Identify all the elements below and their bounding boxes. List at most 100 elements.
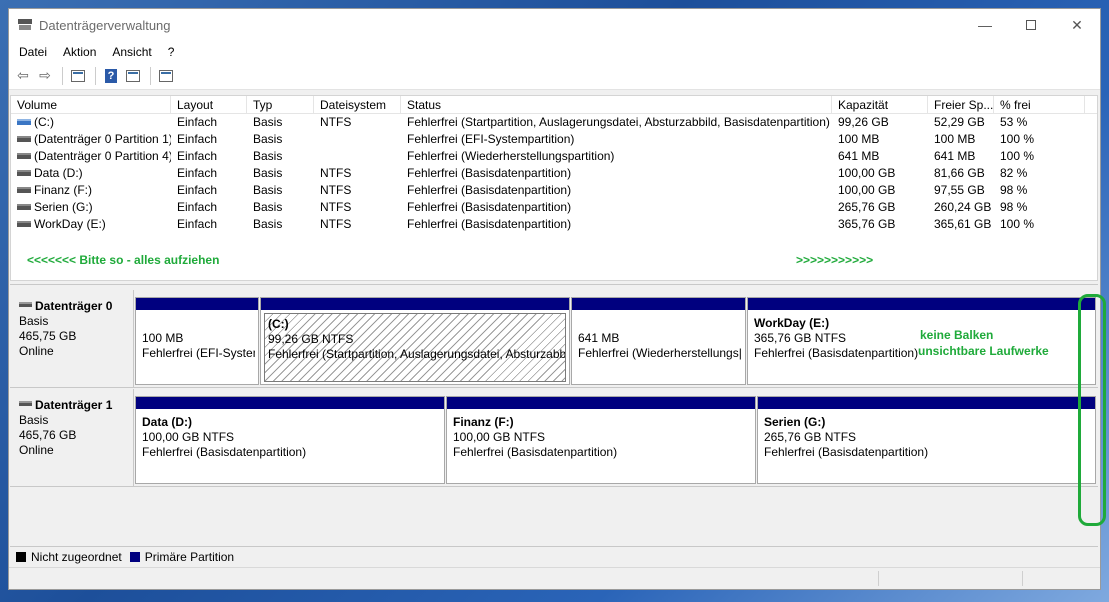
table-row[interactable]: Serien (G:) Einfach Basis NTFS Fehlerfrei (B… [11,199,1097,216]
cell-kapazitaet: 641 MB [832,148,928,165]
maximize-icon [1026,20,1036,30]
partition-c[interactable]: (C:) 99,26 GB NTFS Fehlerfrei (Startpart… [260,297,570,385]
help-button[interactable]: ? [101,66,121,86]
cell-text: Einfach [177,149,218,163]
cell-text: Basis [253,200,283,214]
window-title: Datenträgerverwaltung [39,17,171,33]
cell-text: 641 MB [934,149,976,163]
partition-name: Finanz (F:) [453,415,514,429]
minimize-button[interactable]: — [962,9,1008,41]
volume-list[interactable]: Volume Layout Typ Dateisystem Status Kap… [10,95,1098,281]
partition-status: Fehlerfrei (Basisdatenpartition) [453,445,618,459]
partition-name: Data (D:) [142,415,192,429]
volume-icon [17,169,31,176]
cell-layout: Einfach [171,199,247,216]
disk-info-0[interactable]: Datenträger 0 Basis 465,75 GB Online [10,290,134,388]
partition-serien-g[interactable]: Serien (G:) 265,76 GB NTFS Fehlerfrei (B… [757,396,1096,484]
menu-aktion[interactable]: Aktion [57,45,102,59]
cell-volume: WorkDay (E:) [11,216,171,233]
table-row[interactable]: Finanz (F:) Einfach Basis NTFS Fehlerfrei (B… [11,182,1097,199]
toolbar-separator [150,66,151,85]
partition-size: 100 MB [142,331,184,345]
settings-list-icon [159,69,173,82]
cell-text: Einfach [177,166,218,180]
cell-prozent-frei: 100 % [994,148,1085,165]
cell-dateisystem: NTFS [314,216,401,233]
cell-text: 365,61 GB [934,217,992,231]
cell-kapazitaet: 100,00 GB [832,165,928,182]
cell-prozent-frei: 100 % [994,131,1085,148]
annotation-left: <<<<<<< Bitte so - alles aufziehen [27,253,220,267]
cell-text: 97,55 GB [934,183,985,197]
cell-kapazitaet: 365,76 GB [832,216,928,233]
disk-type: Basis [19,314,49,328]
menu-ansicht[interactable]: Ansicht [106,45,157,59]
column-header-volume[interactable]: Volume [11,96,171,114]
cell-prozent-frei: 98 % [994,182,1085,199]
partition-size: 641 MB [578,331,620,345]
column-header-kapazitaet[interactable]: Kapazität [832,96,928,114]
table-row[interactable]: (C:) Einfach Basis NTFS Fehlerfrei (Startpar… [11,114,1097,131]
column-header-typ[interactable]: Typ [247,96,314,114]
partition-size: 265,76 GB NTFS [764,430,857,444]
properties-button[interactable] [68,66,88,86]
table-row[interactable]: WorkDay (E:) Einfach Basis NTFS Fehlerfrei (… [11,216,1097,233]
cell-text: 100 MB [934,132,976,146]
partition-finanz-f[interactable]: Finanz (F:) 100,00 GB NTFS Fehlerfrei (B… [446,396,756,484]
back-button[interactable]: ⇦ [13,66,33,86]
disk-info-1[interactable]: Datenträger 1 Basis 465,76 GB Online [10,389,134,487]
cell-status: Fehlerfrei (Basisdatenpartition) [401,182,832,199]
menu-help[interactable]: ? [162,45,181,59]
cell-text: NTFS [320,217,352,231]
cell-text: Einfach [177,132,218,146]
cell-typ: Basis [247,182,314,199]
partition-name: (C:) [268,317,289,331]
properties-icon [71,69,85,82]
cell-kapazitaet: 99,26 GB [832,114,928,131]
cell-text: 53 % [1000,115,1028,129]
volume-icon [17,220,31,227]
cell-status: Fehlerfrei (Basisdatenpartition) [401,199,832,216]
column-header-dateisystem[interactable]: Dateisystem [314,96,401,114]
partition-data-d[interactable]: Data (D:) 100,00 GB NTFS Fehlerfrei (Bas… [135,396,445,484]
cell-freier-speicher: 81,66 GB [928,165,994,182]
cell-layout: Einfach [171,165,247,182]
close-button[interactable]: ✕ [1054,9,1100,41]
partition-recovery[interactable]: 641 MB Fehlerfrei (Wiederherstellungs| [571,297,746,385]
disk-state: Online [19,344,54,358]
cell-layout: Einfach [171,114,247,131]
table-row[interactable]: (Datenträger 0 Partition 4) Einfach Basis F… [11,148,1097,165]
maximize-button[interactable] [1008,9,1054,41]
partition-size: 99,26 GB NTFS [268,332,354,346]
cell-freier-speicher: 97,55 GB [928,182,994,199]
cell-text: Finanz (F:) [34,183,93,197]
table-row[interactable]: Data (D:) Einfach Basis NTFS Fehlerfrei (Bas… [11,165,1097,182]
volume-icon [17,135,31,142]
cell-text: 265,76 GB [838,200,896,214]
legend-label-unallocated: Nicht zugeordnet [31,549,122,564]
column-header-prozent-frei[interactable]: % frei [994,96,1085,114]
settings-list-button[interactable] [156,66,176,86]
disk-management-window: Datenträgerverwaltung — ✕ Datei Aktion A… [8,8,1101,590]
partition-name: Serien (G:) [764,415,826,429]
volume-icon [17,152,31,159]
volume-icon [17,118,31,125]
cell-text: Serien (G:) [34,200,93,214]
partition-bar [261,298,569,310]
cell-prozent-frei: 98 % [994,199,1085,216]
cell-volume: Finanz (F:) [11,182,171,199]
table-row[interactable]: (Datenträger 0 Partition 1) Einfach Basis F… [11,131,1097,148]
cell-kapazitaet: 100 MB [832,131,928,148]
partition-efi[interactable]: 100 MB Fehlerfrei (EFI-Systen [135,297,259,385]
cell-typ: Basis [247,131,314,148]
cell-text: 100 % [1000,149,1035,163]
column-header-freier-speicher[interactable]: Freier Sp... [928,96,994,114]
forward-button[interactable]: ⇨ [35,66,55,86]
disk-view-button[interactable] [123,66,143,86]
menu-datei[interactable]: Datei [13,45,53,59]
cell-dateisystem [314,131,401,148]
column-header-status[interactable]: Status [401,96,832,114]
column-header-layout[interactable]: Layout [171,96,247,114]
cell-freier-speicher: 100 MB [928,131,994,148]
graph-annotation-line1: keine Balken [920,328,994,342]
